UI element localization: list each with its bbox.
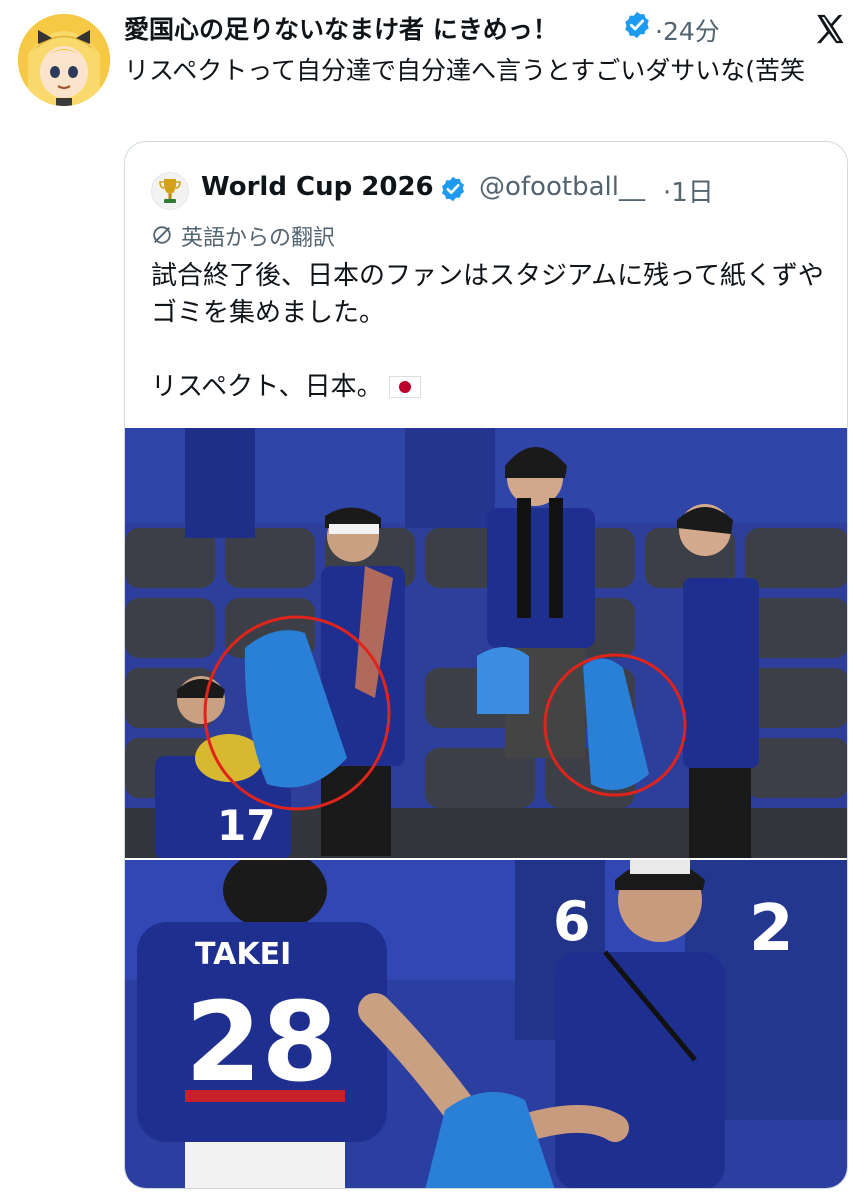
fans-closeup-photo[interactable]: 2 6 TAKEI 28 <box>125 860 848 1189</box>
quoted-timestamp[interactable]: ·1日 <box>663 172 714 209</box>
verified-badge-icon <box>442 176 464 202</box>
quoted-handle[interactable]: @ofootball__ <box>479 172 645 202</box>
user-avatar[interactable] <box>18 14 110 106</box>
quoted-display-name[interactable]: World Cup 2026 <box>201 172 434 202</box>
translation-label[interactable]: 英語からの翻訳 <box>181 220 335 252</box>
tweet-text: リスペクトって自分達で自分達へ言うとすごいダサいな(苦笑 <box>124 56 806 85</box>
stadium-cleanup-photo[interactable]: 17 <box>125 428 848 860</box>
jersey-number: 17 <box>217 801 275 850</box>
trophy-avatar[interactable] <box>151 172 189 210</box>
x-logo-icon[interactable] <box>812 12 848 46</box>
tweet-timestamp[interactable]: ·24分 <box>655 12 720 48</box>
jersey-name: TAKEI <box>195 937 291 972</box>
quoted-tweet-card[interactable]: World Cup 2026 @ofootball__ ·1日 英語からの翻訳 … <box>124 141 848 1189</box>
quoted-text-body: 試合終了後、日本のファンはスタジアムに残って紙くずやゴミを集めました。 リスペク… <box>151 261 824 402</box>
translate-icon <box>153 226 171 244</box>
display-name[interactable]: 愛国心の足りないなまけ者 にきめっ！ <box>124 10 558 46</box>
japan-flag-icon <box>388 376 421 398</box>
back-number-6: 6 <box>553 890 591 953</box>
verified-badge-icon <box>625 11 649 39</box>
jersey-number: 28 <box>185 978 338 1106</box>
quoted-tweet-text: 試合終了後、日本のファンはスタジアムに残って紙くずやゴミを集めました。 リスペク… <box>151 258 831 406</box>
back-number-2: 2 <box>749 892 794 966</box>
